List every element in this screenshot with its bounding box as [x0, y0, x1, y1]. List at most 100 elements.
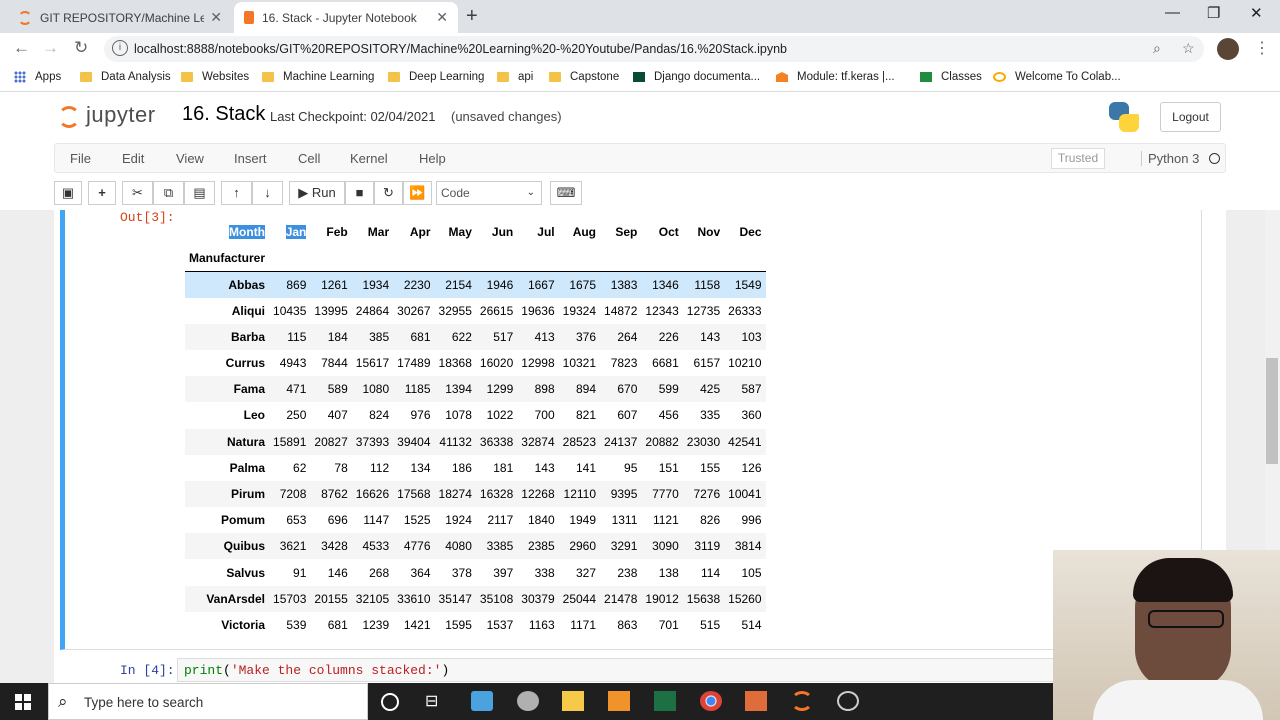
reload-icon[interactable]: ↻ [74, 38, 88, 58]
menu-edit[interactable]: Edit [122, 151, 144, 166]
menu-kernel[interactable]: Kernel [350, 151, 388, 166]
profile-avatar[interactable] [1217, 38, 1239, 60]
table-cell: 1147 [363, 513, 390, 528]
zoom-icon[interactable]: ⌕ [1153, 40, 1161, 57]
restart-run-all-icon[interactable]: ⏩ [403, 181, 432, 205]
bookmark-data-analysis[interactable]: Data Analysis [80, 71, 171, 83]
table-cell: 26333 [728, 303, 762, 318]
copy-icon[interactable]: ⧉ [153, 181, 184, 205]
bookmark-api[interactable]: api [497, 71, 533, 83]
bookmark-machine-learning[interactable]: Machine Learning [262, 71, 374, 83]
table-cell: 1163 [528, 617, 555, 632]
table-cell: 12998 [521, 356, 555, 371]
code-input[interactable]: print('Make the columns stacked:') [177, 658, 1057, 682]
table-cell: 6157 [693, 356, 721, 371]
table-cell: 8762 [321, 486, 348, 501]
excel-icon[interactable] [654, 691, 676, 711]
back-icon[interactable]: ← [13, 38, 30, 58]
table-cell: 1667 [527, 277, 555, 292]
table-cell: 514 [741, 617, 762, 632]
table-cell: 20827 [314, 434, 348, 449]
close-window-icon[interactable]: ✕ [1250, 4, 1263, 22]
close-tab-icon[interactable]: ✕ [210, 9, 222, 26]
restore-icon[interactable]: ❐ [1207, 4, 1220, 22]
new-tab-icon[interactable]: + [466, 5, 478, 28]
table-cell: 894 [575, 382, 597, 397]
paint-icon[interactable] [517, 691, 539, 711]
chrome-icon[interactable] [700, 691, 722, 711]
column-header: Apr [409, 225, 431, 240]
table-cell: 3428 [321, 539, 348, 554]
tab-16-stack[interactable]: 16. Stack - Jupyter Notebook ✕ [234, 2, 458, 33]
site-info-icon[interactable]: i [112, 40, 128, 56]
index-name: Manufacturer [189, 251, 266, 266]
minimize-icon[interactable]: — [1165, 4, 1180, 21]
bookmark-deep-learning[interactable]: Deep Learning [388, 71, 484, 83]
menu-view[interactable]: View [176, 151, 204, 166]
notebook-name[interactable]: 16. Stack [182, 103, 265, 126]
menu-insert[interactable]: Insert [234, 151, 267, 166]
move-up-icon[interactable]: ↑ [221, 181, 252, 205]
jupyter-icon[interactable] [791, 691, 813, 711]
jupyter-favicon-icon [244, 11, 254, 24]
bookmark-tf-keras[interactable]: Module: tf.keras |... [776, 71, 895, 83]
sublime-text-icon[interactable] [608, 691, 630, 711]
jupyter-wordmark[interactable]: jupyter [86, 102, 156, 128]
app-icon[interactable] [471, 691, 493, 711]
obs-icon[interactable] [837, 691, 859, 711]
row-index: Currus [225, 356, 266, 371]
table-cell: 32105 [355, 591, 390, 606]
address-bar[interactable]: i localhost:8888/notebooks/GIT%20REPOSIT… [104, 36, 1204, 62]
table-cell: 4080 [445, 539, 472, 554]
paste-icon[interactable]: ▤ [184, 181, 215, 205]
bookmark-websites[interactable]: Websites [181, 71, 249, 83]
table-cell: 2960 [569, 539, 597, 554]
browser-tab-strip: GIT REPOSITORY/Machine Learni ✕ 16. Stac… [0, 0, 1280, 33]
table-cell: 4533 [362, 539, 390, 554]
table-cell: 19012 [645, 591, 679, 606]
save-icon[interactable]: ▣ [54, 181, 82, 205]
bookmark-django-docs[interactable]: Django documenta... [633, 71, 760, 83]
menu-help[interactable]: Help [419, 151, 446, 166]
task-view-icon[interactable]: ⊟ [425, 691, 447, 711]
windows-start-icon[interactable] [15, 694, 31, 710]
table-cell: 589 [327, 382, 348, 397]
input-prompt: In [4]: [120, 663, 175, 678]
bookmark-colab[interactable]: Welcome To Colab... [993, 71, 1121, 83]
restart-icon[interactable]: ↻ [374, 181, 403, 205]
table-cell: 696 [327, 513, 348, 528]
cortana-icon[interactable] [381, 693, 399, 711]
forward-icon[interactable]: → [42, 38, 59, 58]
run-button[interactable]: ▶ Run [289, 181, 345, 205]
file-explorer-icon[interactable] [562, 691, 584, 711]
bookmark-classes[interactable]: Classes [920, 71, 982, 83]
table-cell: 78 [334, 460, 348, 475]
command-palette-icon[interactable]: ⌨ [550, 181, 582, 205]
browser-menu-icon[interactable]: ⋮ [1254, 38, 1270, 58]
menu-cell[interactable]: Cell [298, 151, 320, 166]
tab-git-repository[interactable]: GIT REPOSITORY/Machine Learni ✕ [8, 2, 232, 33]
bookmark-star-icon[interactable]: ☆ [1182, 40, 1195, 57]
run-icon: ▶ [298, 185, 309, 200]
table-cell: 898 [534, 382, 555, 397]
jupyter-logo-icon[interactable] [58, 106, 80, 128]
bookmark-apps[interactable]: Apps [14, 71, 61, 83]
insert-cell-icon[interactable]: + [88, 181, 116, 205]
bookmark-capstone[interactable]: Capstone [549, 71, 619, 83]
taskbar-search[interactable]: ⌕ Type here to search [48, 683, 368, 720]
dataframe-table: Month Jan Feb Mar Apr May Jun Jul Aug Se… [185, 219, 766, 638]
trusted-indicator[interactable]: Trusted [1051, 148, 1105, 169]
table-cell: 670 [617, 382, 638, 397]
cell-type-select[interactable]: Code ⌄ [436, 181, 542, 205]
menu-file[interactable]: File [70, 151, 91, 166]
move-down-icon[interactable]: ↓ [252, 181, 283, 205]
interrupt-icon[interactable]: ■ [345, 181, 374, 205]
table-cell: 19636 [521, 303, 555, 318]
table-cell: 1022 [486, 408, 514, 423]
cut-icon[interactable]: ✂ [122, 181, 153, 205]
logout-button[interactable]: Logout [1160, 102, 1221, 132]
close-tab-icon[interactable]: ✕ [436, 9, 448, 26]
table-cell: 1383 [610, 277, 638, 292]
git-icon[interactable] [745, 691, 767, 711]
scrollbar-thumb[interactable] [1266, 358, 1278, 464]
